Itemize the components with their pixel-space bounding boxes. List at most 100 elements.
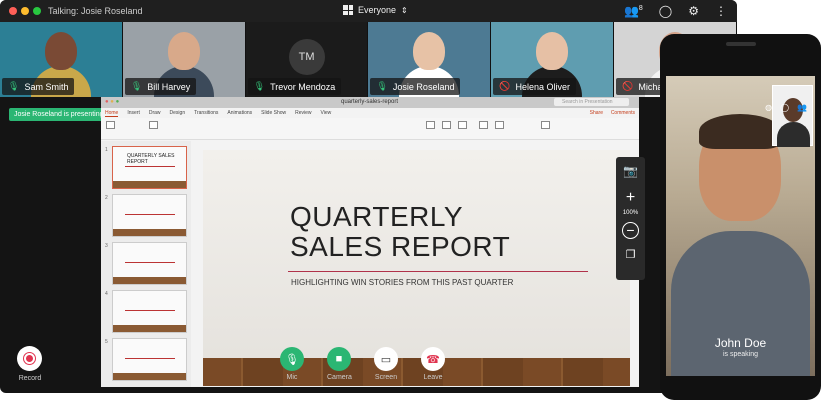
maximize-window-button[interactable] — [33, 7, 41, 15]
slide-number: 4 — [105, 291, 108, 297]
slide-thumbnail[interactable]: 1 QUARTERLY SALES REPORT — [105, 146, 187, 189]
participant-video-face — [167, 32, 200, 70]
thumbnail-floor — [113, 277, 186, 284]
participant-video-face — [536, 32, 569, 70]
thumbnail-rule — [125, 310, 175, 311]
participant-initials-avatar: TM — [288, 39, 325, 75]
mobile-phone: ◍ ◯ 👥 John Doe is speaking ⋮ ■ 🎙 ◀ ☎ — [660, 34, 821, 400]
zoom-out-icon[interactable]: − — [622, 222, 639, 239]
picture-icon[interactable] — [426, 121, 435, 130]
slide-thumbnails: 1 QUARTERLY SALES REPORT 2 3 4 5 — [101, 141, 191, 387]
thumbnail-floor — [113, 325, 186, 332]
microphone-icon[interactable]: 🎙 — [280, 347, 304, 371]
slide-thumbnail[interactable]: 5 — [105, 338, 187, 381]
ppt-comments-button[interactable]: Comments — [611, 110, 635, 116]
zoom-in-icon[interactable]: + — [622, 189, 639, 206]
slide-title: QUARTERLY SALES REPORT — [290, 202, 510, 262]
participant-tile[interactable]: 🚫 Helena Oliver — [491, 22, 615, 97]
ppt-tab[interactable]: Home — [105, 110, 119, 117]
ppt-tab[interactable]: Slide Show — [261, 110, 286, 116]
call-controls: 🎙 Mic ■ Camera ▭ Screen ☎ Leave — [280, 347, 445, 381]
thumbnail-floor — [113, 181, 186, 188]
room-selector[interactable]: Everyone ⇕ — [343, 5, 408, 15]
participant-tile[interactable]: 🎙 Josie Roseland — [368, 22, 492, 97]
screen-share-icon[interactable]: ▭ — [374, 347, 398, 371]
participant-tiles: 🎙 Sam Smith 🎙 Bill Harvey TM 🎙 Trevor Mendoza 🎙… — [0, 22, 737, 97]
grid-view-icon — [343, 5, 353, 15]
participant-video-face — [44, 32, 77, 70]
leave-control[interactable]: ☎ Leave — [421, 347, 445, 381]
ppt-tab[interactable]: View — [321, 110, 332, 116]
slide-subtitle: HIGHLIGHTING WIN STORIES FROM THIS PAST … — [291, 278, 514, 287]
record-dot-icon — [24, 353, 35, 364]
participant-name-label: 🎙 Sam Smith — [2, 78, 75, 95]
ppt-search-input[interactable]: Search in Presentation — [554, 98, 629, 106]
ppt-tab[interactable]: Animations — [227, 110, 252, 116]
leave-label: Leave — [423, 374, 443, 381]
record-control[interactable]: Record — [17, 346, 43, 382]
participant-name-label: 🚫 Helena Oliver — [493, 78, 577, 95]
participants-button[interactable]: 👥8 — [624, 4, 643, 18]
speaker-name: John Doe — [714, 336, 767, 350]
title-bar: Talking: Josie Roseland Everyone ⇕ 👥8 ◯ … — [0, 0, 737, 22]
participant-name: Helena Oliver — [515, 81, 571, 92]
talking-indicator: Talking: Josie Roseland — [48, 6, 143, 16]
slide-thumbnail[interactable]: 4 — [105, 290, 187, 333]
more-vertical-icon[interactable]: ⋮ — [715, 4, 727, 18]
participants-icon[interactable]: 👥 — [797, 103, 807, 112]
participant-name: Trevor Mendoza — [270, 81, 336, 92]
slide-number: 2 — [105, 195, 108, 201]
sensitivity-icon[interactable] — [541, 121, 550, 130]
record-label: Record — [18, 375, 42, 382]
settings-gear-icon[interactable]: ⚙ — [688, 4, 699, 18]
chat-icon[interactable]: ◯ — [780, 103, 789, 112]
speaker-video-hair — [699, 114, 781, 149]
record-button[interactable] — [17, 346, 42, 371]
mic-on-icon: 🎙 — [376, 81, 388, 91]
palette-icon[interactable]: ◍ — [765, 103, 772, 112]
ppt-ribbon — [101, 118, 639, 140]
thumbnail-rule — [125, 262, 175, 263]
video-camera-icon[interactable]: ■ — [327, 347, 351, 371]
new-slide-icon[interactable] — [149, 121, 158, 130]
thumbnail-rule — [125, 214, 175, 215]
ppt-tab[interactable]: Transitions — [194, 110, 218, 116]
hang-up-icon[interactable]: ☎ — [421, 347, 445, 371]
chevron-updown-icon: ⇕ — [401, 5, 408, 15]
chat-bubble-icon[interactable]: ◯ — [659, 4, 672, 18]
participants-count: 8 — [638, 5, 643, 12]
self-view-pip[interactable] — [772, 85, 813, 147]
zoom-level: 100% — [622, 210, 639, 216]
mic-label: Mic — [286, 374, 298, 381]
ppt-tab[interactable]: Draw — [149, 110, 161, 116]
ppt-title-bar: ● ● ● quarterly-sales-report Search in P… — [101, 97, 639, 108]
shared-screen-powerpoint: ● ● ● quarterly-sales-report Search in P… — [101, 97, 639, 387]
camera-control[interactable]: ■ Camera — [327, 347, 352, 381]
screen-control[interactable]: ▭ Screen — [374, 347, 398, 381]
text-box-icon[interactable] — [458, 121, 467, 130]
ppt-tab[interactable]: Design — [170, 110, 186, 116]
ppt-share-button[interactable]: Share — [590, 110, 603, 116]
speaker-status: is speaking — [722, 351, 759, 358]
minimize-window-button[interactable] — [21, 7, 29, 15]
mic-muted-icon: 🚫 — [499, 81, 511, 91]
participant-tile[interactable]: 🎙 Bill Harvey — [122, 22, 246, 97]
mic-control[interactable]: 🎙 Mic — [280, 347, 304, 381]
slide-thumbnail[interactable]: 3 — [105, 242, 187, 285]
ppt-tab[interactable]: Insert — [127, 110, 140, 116]
thumbnail-rule — [125, 358, 175, 359]
copy-icon[interactable]: ❐ — [622, 247, 639, 264]
participant-tile[interactable]: TM 🎙 Trevor Mendoza — [245, 22, 369, 97]
thumbnail-floor — [113, 229, 186, 236]
arrange-icon[interactable] — [479, 121, 488, 130]
ppt-filename: quarterly-sales-report — [341, 99, 399, 105]
camera-snapshot-icon[interactable]: 📷 — [622, 163, 639, 180]
slide-thumbnail[interactable]: 2 — [105, 194, 187, 237]
participant-tile[interactable]: 🎙 Sam Smith — [0, 22, 123, 97]
quick-styles-icon[interactable] — [495, 121, 504, 130]
ppt-tab[interactable]: Review — [295, 110, 311, 116]
shapes-icon[interactable] — [442, 121, 451, 130]
paste-icon[interactable] — [106, 121, 115, 130]
close-window-button[interactable] — [9, 7, 17, 15]
participant-name-label: 🎙 Josie Roseland — [370, 78, 461, 95]
